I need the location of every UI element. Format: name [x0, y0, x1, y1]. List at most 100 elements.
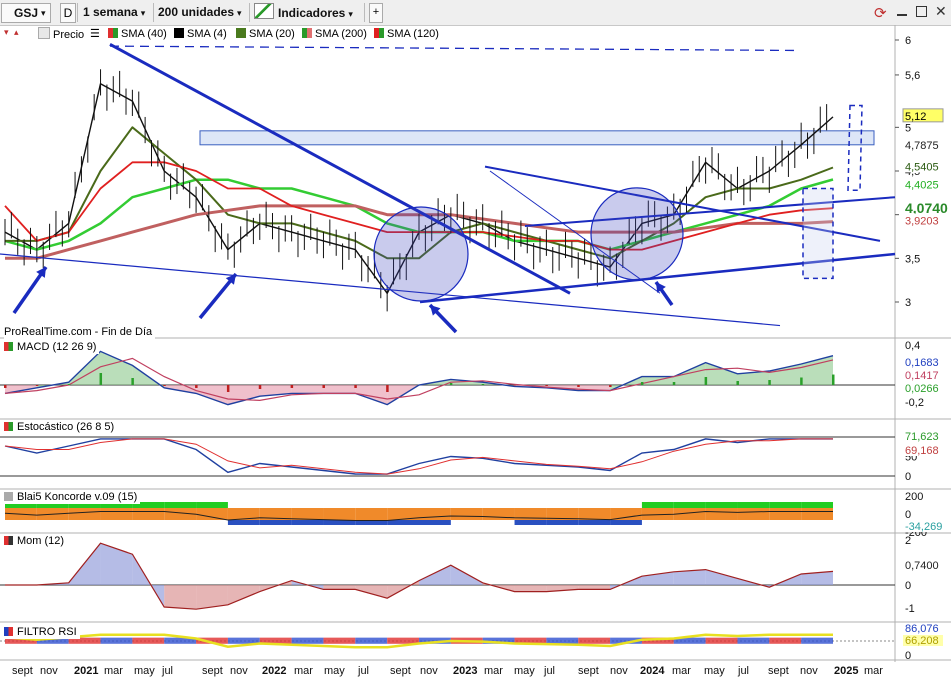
koncorde-orange-area — [801, 508, 833, 520]
macd-histogram-bar — [163, 385, 166, 386]
koncorde-orange-area — [196, 508, 228, 520]
x-tick-label: sept — [12, 665, 33, 677]
x-tick-label: sept — [578, 665, 599, 677]
mom-badge-label: 0,7400 — [905, 560, 939, 572]
koncorde-orange-area — [578, 508, 611, 520]
x-tick-label: 2022 — [262, 665, 286, 677]
macd-histogram-bar — [481, 384, 485, 385]
macd-histogram-bar — [768, 380, 771, 385]
stoch-badge-label: 71,623 — [905, 431, 939, 443]
rsi-fill — [769, 637, 802, 644]
x-tick-label: nov — [800, 665, 818, 677]
koncorde-orange-area — [482, 508, 515, 520]
rsi-badge-label: 86,076 — [905, 623, 939, 635]
x-tick-label: 2023 — [453, 665, 477, 677]
rsi-fill — [705, 637, 738, 644]
x-tick-label: nov — [230, 665, 248, 677]
macd-badge-label: 0,1683 — [905, 357, 939, 369]
macd-histogram-bar — [704, 377, 708, 385]
macd-title: MACD (12 26 9) — [4, 341, 100, 354]
x-tick-label: 2025 — [834, 665, 858, 677]
koncorde-blue-area — [514, 520, 547, 525]
koncorde-tick-label: 0 — [905, 509, 911, 521]
x-tick-label: may — [704, 665, 725, 677]
x-tick-label: may — [324, 665, 345, 677]
price-badge-label: 4,7875 — [905, 140, 939, 152]
mom-area — [355, 585, 388, 599]
koncorde-orange-area — [610, 508, 642, 520]
macd-area — [705, 362, 738, 385]
x-tick-label: sept — [768, 665, 789, 677]
x-tick-label: jul — [161, 665, 173, 677]
rsi-icon — [4, 627, 13, 636]
koncorde-blue-area — [578, 520, 611, 525]
x-tick-label: nov — [610, 665, 628, 677]
bottom-circle — [590, 187, 684, 281]
koncorde-orange-area — [419, 508, 451, 520]
x-tick-label: jul — [543, 665, 555, 677]
x-tick-label: mar — [104, 665, 123, 677]
price-tick-label: 3,5 — [905, 253, 920, 265]
stoch-badge-label: 69,168 — [905, 445, 939, 457]
mom-title: Mom (12) — [4, 535, 68, 548]
stoch-tick-label: 0 — [905, 471, 911, 483]
macd-histogram-bar — [800, 377, 803, 385]
macd-histogram-bar — [513, 385, 517, 386]
koncorde-blue-area — [259, 520, 292, 525]
x-tick-label: mar — [672, 665, 691, 677]
mom-area — [323, 585, 356, 590]
koncorde-icon — [4, 492, 13, 501]
rsi-fill — [737, 637, 770, 644]
macd-histogram-bar — [195, 385, 198, 388]
rsi-fill — [291, 637, 324, 644]
koncorde-orange-area — [355, 508, 388, 520]
macd-tick-label: -0,2 — [905, 397, 924, 409]
koncorde-blue-area — [387, 520, 419, 525]
koncorde-orange-area — [705, 508, 738, 520]
x-tick-label: 2021 — [74, 665, 98, 677]
rsi-tick-label: 0 — [905, 650, 911, 662]
koncorde-title: Blai5 Koncorde v.09 (15) — [4, 491, 141, 504]
koncorde-orange-area — [450, 508, 483, 520]
x-tick-label: may — [134, 665, 155, 677]
mom-area — [227, 585, 260, 605]
mom-area — [164, 585, 197, 610]
macd-histogram-bar — [322, 385, 325, 388]
macd-icon — [4, 342, 13, 351]
x-tick-label: sept — [390, 665, 411, 677]
koncorde-orange-area — [737, 508, 770, 520]
mom-area — [578, 585, 611, 590]
mom-area — [514, 585, 547, 592]
projection-box — [802, 187, 834, 280]
x-tick-label: 2024 — [640, 665, 665, 677]
koncorde-orange-area — [291, 508, 324, 520]
bottom-circle — [373, 206, 469, 302]
koncorde-orange-area — [132, 508, 165, 520]
macd-area — [227, 385, 260, 405]
price-tick-label: 6 — [905, 35, 911, 47]
macd-histogram-bar — [67, 384, 71, 385]
x-tick-label: mar — [484, 665, 503, 677]
koncorde-blue-area — [610, 520, 642, 525]
stoch-title: Estocástico (26 8 5) — [4, 421, 118, 434]
macd-histogram-bar — [35, 385, 39, 386]
macd-histogram-bar — [258, 385, 262, 389]
mom-tick-label: 0 — [905, 580, 911, 592]
rsi-title: FILTRO RSI — [4, 626, 80, 639]
macd-histogram-bar — [290, 385, 294, 388]
macd-histogram-bar — [609, 385, 612, 387]
stoch-d-line — [4, 438, 833, 475]
macd-area — [100, 351, 133, 385]
resistance-band — [199, 130, 875, 146]
chart-canvas[interactable]: 65,654,543,535,124,78754,54054,40254,074… — [0, 0, 951, 678]
macd-histogram-bar — [226, 385, 230, 392]
rsi-fill — [355, 637, 388, 644]
price-badge-label: 4,4025 — [905, 180, 939, 192]
koncorde-blue-area — [419, 520, 451, 525]
macd-tick-label: 0,4 — [905, 340, 920, 352]
stoch-icon — [4, 422, 13, 431]
macd-histogram-bar — [832, 374, 835, 385]
koncorde-orange-area — [323, 508, 356, 520]
rsi-fill — [546, 637, 579, 644]
koncorde-green-area — [641, 502, 674, 508]
